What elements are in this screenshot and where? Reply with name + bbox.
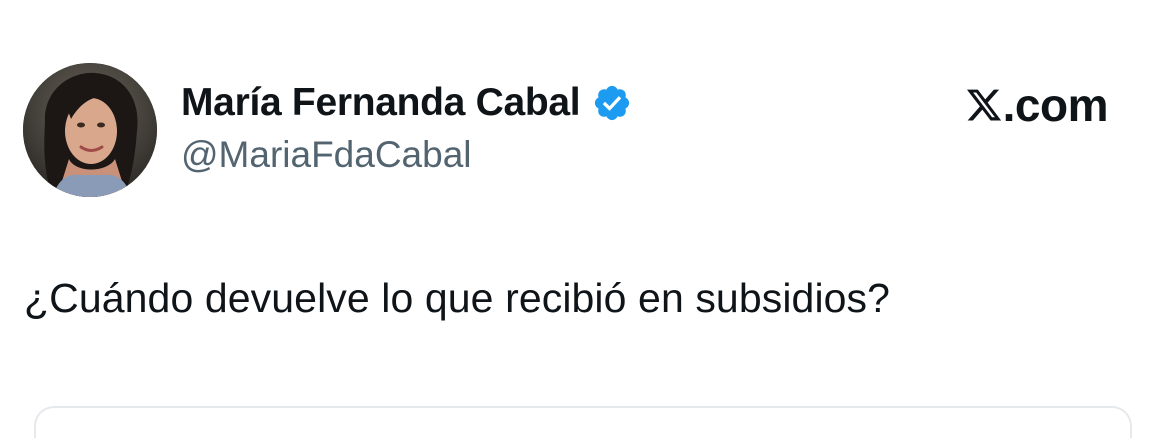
tweet-card: María Fernanda Cabal @MariaFdaCabal .com… <box>0 0 1166 438</box>
author-handle[interactable]: @MariaFdaCabal <box>181 134 472 176</box>
author-name-row: María Fernanda Cabal <box>181 76 632 130</box>
author-display-name[interactable]: María Fernanda Cabal <box>181 81 581 125</box>
quoted-card-edge[interactable] <box>34 406 1132 438</box>
brand-label: .com <box>1002 79 1109 131</box>
tweet-text: ¿Cuándo devuelve lo que recibió en subsi… <box>24 275 891 321</box>
avatar[interactable] <box>23 63 157 197</box>
profile-photo-icon <box>23 63 157 197</box>
x-logo-icon <box>965 85 1003 125</box>
brand-watermark: .com <box>965 78 1109 132</box>
verified-badge-icon <box>592 83 632 123</box>
